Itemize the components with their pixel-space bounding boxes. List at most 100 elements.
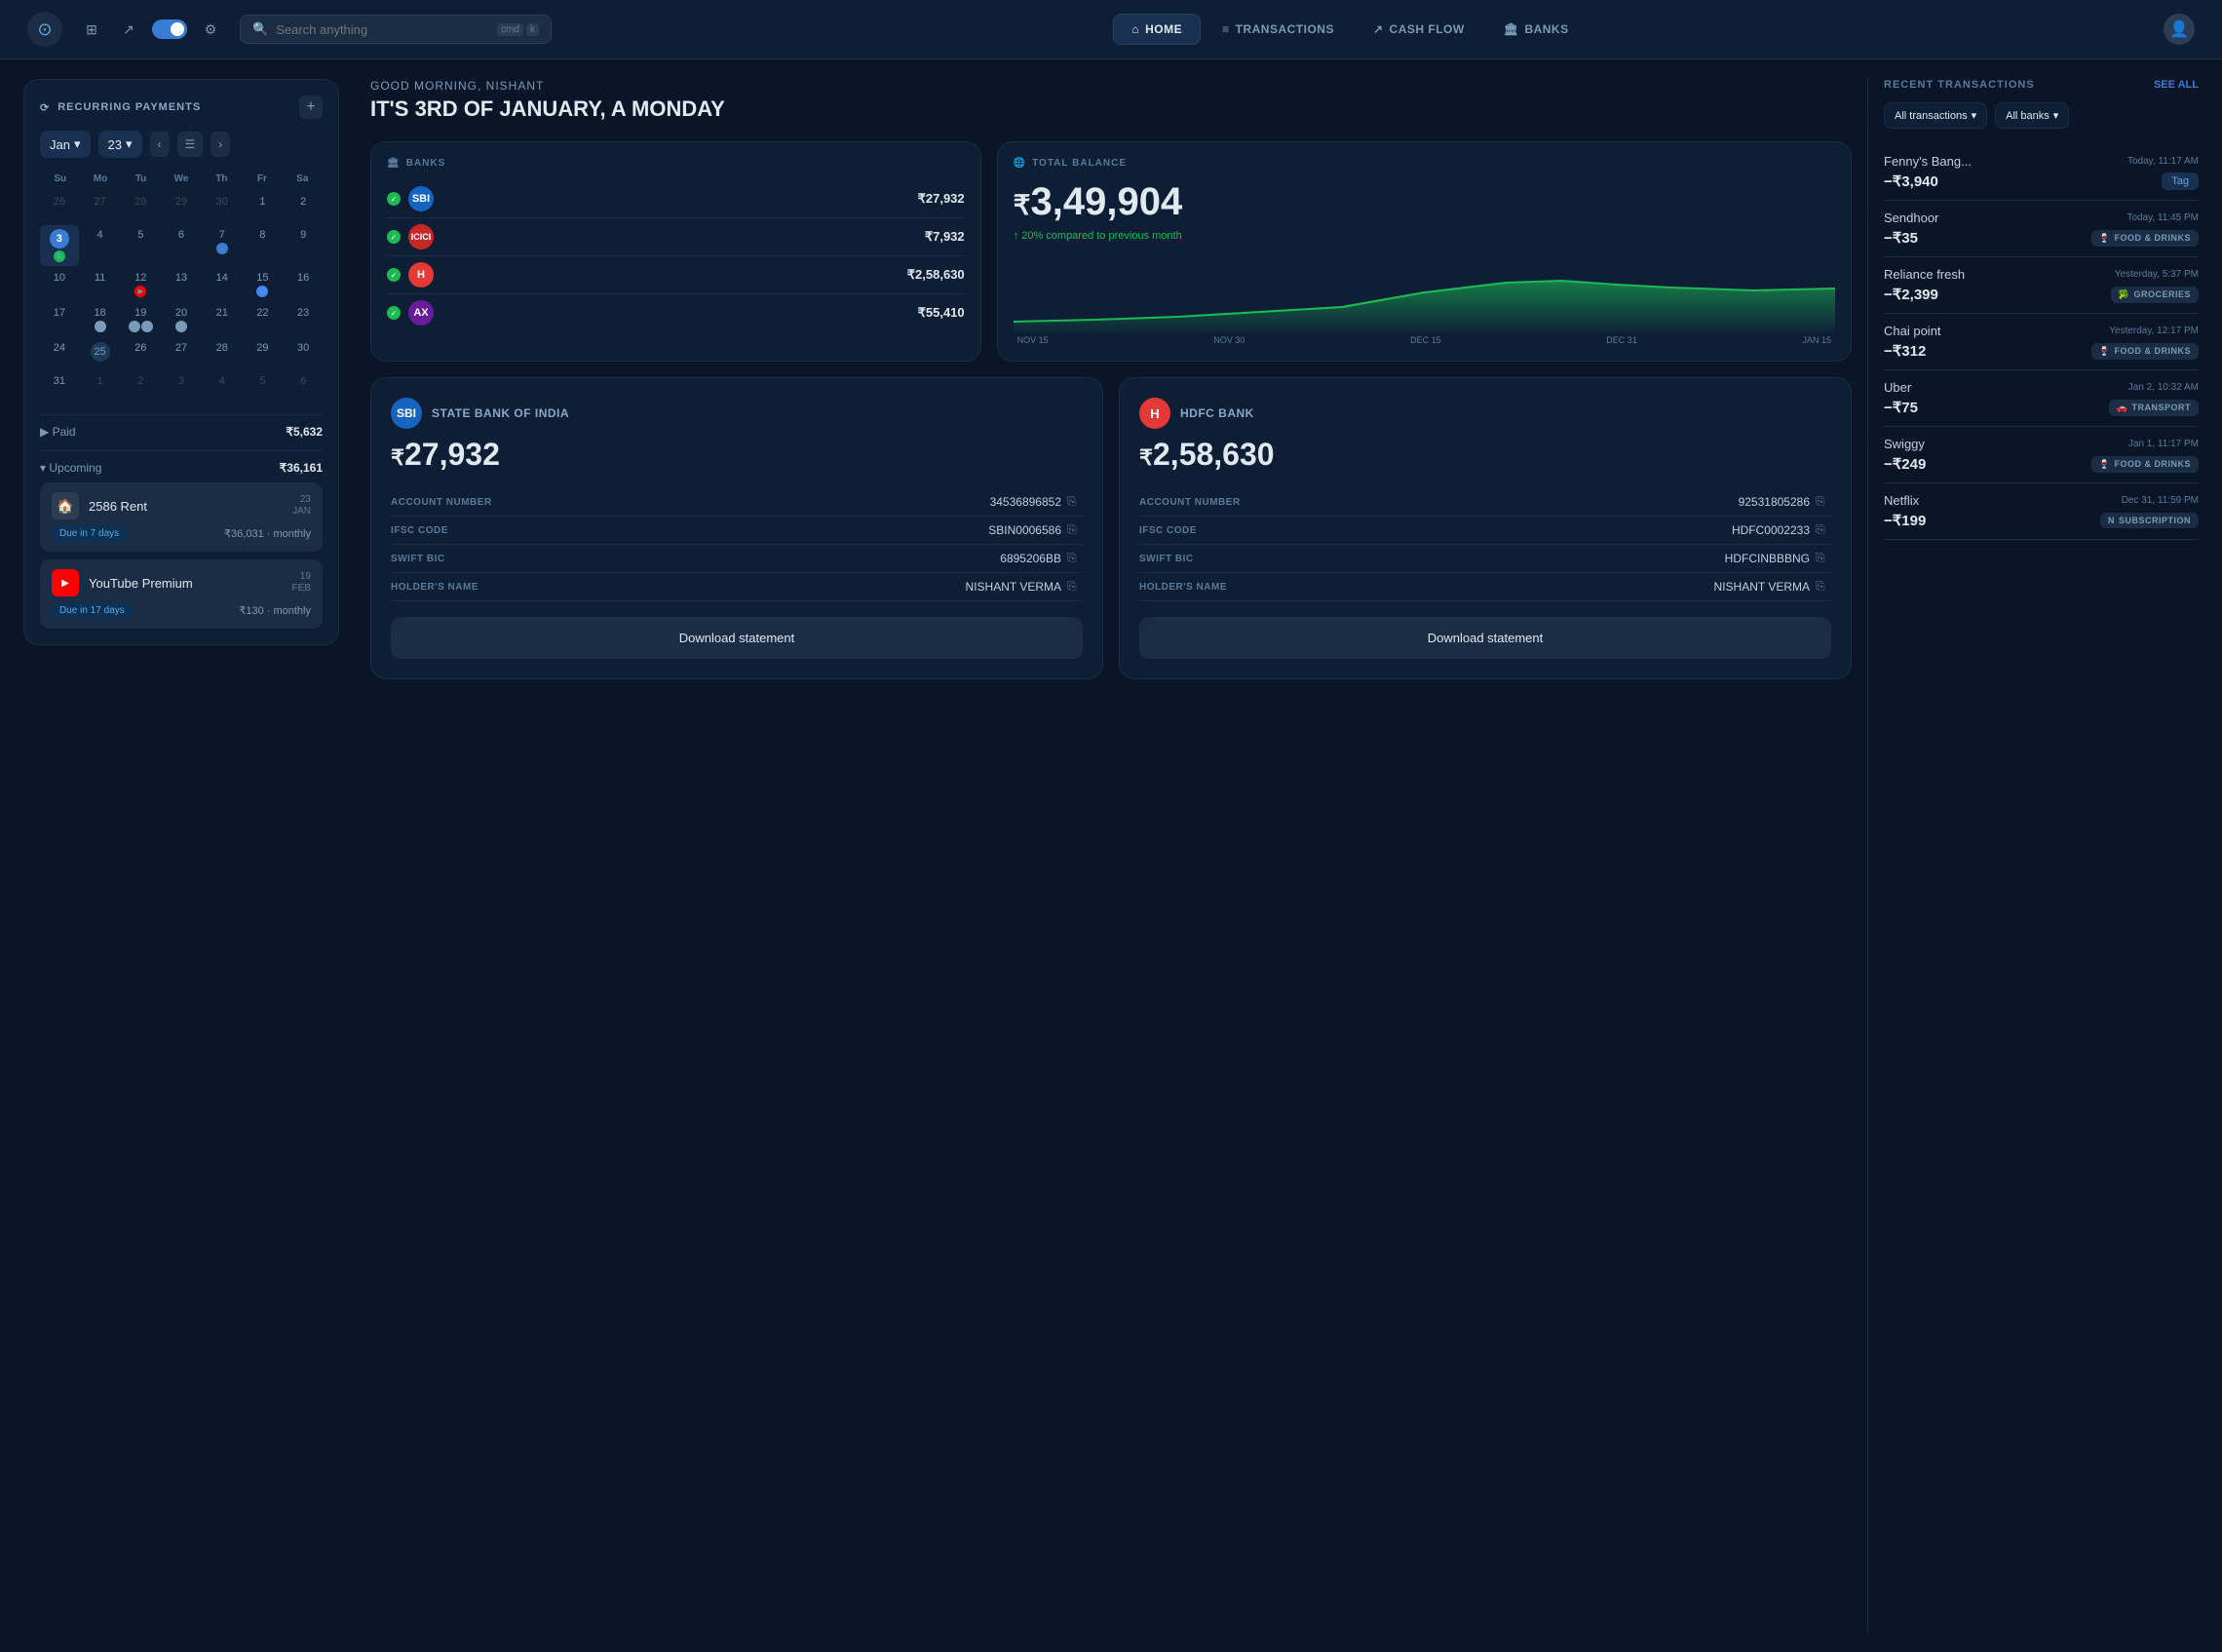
month-select[interactable]: Jan ▾ [40,131,91,158]
tab-cashflow[interactable]: ↗ CASH FLOW [1356,14,1482,45]
toggle-switch[interactable] [152,19,187,39]
banks-title: 🏛 BANKS [387,158,965,169]
calendar-cell[interactable]: 26 [40,192,79,223]
copy-hdfc-ifsc-icon[interactable]: ⎘ [1816,522,1831,538]
settings-icon[interactable]: ⚙ [197,16,224,43]
calendar-cell[interactable]: 24 [40,338,79,369]
txn-name: Netflix [1884,493,1919,508]
txn-amount: −₹3,940 [1884,173,1938,190]
see-all-button[interactable]: SEE ALL [2154,79,2199,91]
tab-banks[interactable]: 🏛 BANKS [1486,14,1587,45]
calendar-cell[interactable]: 27 [81,192,120,223]
calendar-cell[interactable]: 31 [40,371,79,403]
calendar-cell[interactable]: 28 [121,192,160,223]
transaction-item-4: UberJan 2, 10:32 AM−₹75🚗TRANSPORT [1884,370,2199,427]
sbi-swift-row: SWIFT BIC 6895206BB ⎘ [391,545,1083,573]
copy-hdfc-account-icon[interactable]: ⎘ [1816,494,1831,510]
calendar-cell[interactable]: 10 [40,268,79,301]
txn-amount: −₹249 [1884,455,1926,473]
copy-holder-icon[interactable]: ⎘ [1067,579,1083,595]
txn-date: Today, 11:17 AM [2127,156,2199,167]
balance-card: 🌐 TOTAL BALANCE ₹3,49,904 ↑ 20% compared… [997,141,1852,362]
copy-hdfc-holder-icon[interactable]: ⎘ [1816,579,1831,595]
calendar-cell[interactable]: 2 [121,371,160,403]
txn-amount: −₹75 [1884,399,1918,416]
calendar-cell[interactable]: 15G [244,268,283,301]
sbi-download-button[interactable]: Download statement [391,617,1083,659]
calendar-next[interactable]: › [211,132,230,157]
hdfc-download-button[interactable]: Download statement [1139,617,1831,659]
calendar-cell[interactable]: 23 [284,303,323,336]
txn-date: Dec 31, 11:59 PM [2122,495,2199,506]
arrow-icon[interactable]: ↗ [115,16,142,43]
calendar-cell[interactable]: 13 [162,268,201,301]
calendar-cell[interactable]: 4 [81,225,120,266]
calendar-cell[interactable]: 26 [121,338,160,369]
calendar-cell[interactable]: 21 [203,303,242,336]
calendar-cell[interactable]: 30 [284,338,323,369]
search-bar[interactable]: 🔍 cmd k [240,15,552,44]
search-input[interactable] [276,22,489,37]
copy-swift-icon[interactable]: ⎘ [1067,551,1083,566]
calendar-cell[interactable]: 2 [284,192,323,223]
bank-row-sbi: ✓ SBI ₹27,932 [387,180,965,218]
calendar-today[interactable]: ☰ [177,132,204,157]
filter-transactions-select[interactable]: All transactions ▾ [1884,102,1987,129]
calendar-cell[interactable]: 28 [203,338,242,369]
calendar-cell[interactable]: 7⌂ [203,225,242,266]
tab-transactions[interactable]: ≡ TRANSACTIONS [1205,14,1352,45]
calendar-cell[interactable]: 3 [162,371,201,403]
calendar-cell[interactable]: 9 [284,225,323,266]
year-select[interactable]: 23 ▾ [98,131,142,158]
calendar-cell[interactable]: 3S [40,225,79,266]
calendar-cell[interactable]: 5 [121,225,160,266]
calendar-cell[interactable]: 19·· [121,303,160,336]
txn-amount: −₹312 [1884,342,1926,360]
txn-tag: NSUBSCRIPTION [2100,513,2199,528]
copy-account-icon[interactable]: ⎘ [1067,494,1083,510]
add-recurring-button[interactable]: + [299,96,323,119]
calendar-cell[interactable]: 18· [81,303,120,336]
copy-hdfc-swift-icon[interactable]: ⎘ [1816,551,1831,566]
center-panel: GOOD MORNING, NISHANT IT'S 3RD OF JANUAR… [355,79,1867,1633]
calendar-prev[interactable]: ‹ [150,132,170,157]
calendar-cell[interactable]: 8 [244,225,283,266]
calendar-cell[interactable]: 1 [81,371,120,403]
icici-check: ✓ [387,230,401,244]
avatar[interactable]: 👤 [2164,14,2195,45]
calendar-cell[interactable]: 16 [284,268,323,301]
right-panel: RECENT TRANSACTIONS SEE ALL All transact… [1867,79,2199,1633]
bank-row-hdfc: ✓ H ₹2,58,630 [387,256,965,294]
chevron-down-icon-2: ▾ [2053,109,2059,122]
greeting-main: IT'S 3RD OF JANUARY, A MONDAY [370,96,1852,122]
calendar-cell[interactable]: 11 [81,268,120,301]
upcoming-header[interactable]: ▾ Upcoming ₹36,161 [40,461,323,475]
tab-home[interactable]: ⌂ HOME [1113,14,1201,45]
keyboard-shortcut: cmd k [497,23,539,36]
calendar-cell[interactable]: 22 [244,303,283,336]
calendar-cell[interactable]: 4 [203,371,242,403]
calendar-cell[interactable]: 25 [81,338,120,369]
filter-banks-select[interactable]: All banks ▾ [1995,102,2069,129]
calendar-cell[interactable]: 27 [162,338,201,369]
copy-ifsc-icon[interactable]: ⎘ [1067,522,1083,538]
grid-icon[interactable]: ⊞ [78,16,105,43]
calendar-cell[interactable]: 12▶ [121,268,160,301]
calendar-cell[interactable]: 29 [244,338,283,369]
calendar-cell[interactable]: 6 [162,225,201,266]
calendar-cell[interactable]: 30 [203,192,242,223]
calendar-cell[interactable]: 14 [203,268,242,301]
txn-name: Fenny's Bang... [1884,154,1972,169]
balance-title: 🌐 TOTAL BALANCE [1014,158,1835,169]
calendar-days-header: Su Mo Tu We Th Fr Sa [40,170,323,188]
nav-right: 👤 [2164,14,2195,45]
calendar-cell[interactable]: 17 [40,303,79,336]
paid-header[interactable]: ▶ Paid ₹5,632 [40,425,323,439]
calendar-cell[interactable]: 6 [284,371,323,403]
calendar-cell[interactable]: 5 [244,371,283,403]
tag-icon: 🥦 [2119,289,2130,300]
calendar-cell[interactable]: 29 [162,192,201,223]
calendar-cell[interactable]: 1 [244,192,283,223]
txn-tag-label[interactable]: Tag [2162,173,2199,190]
calendar-cell[interactable]: 20· [162,303,201,336]
